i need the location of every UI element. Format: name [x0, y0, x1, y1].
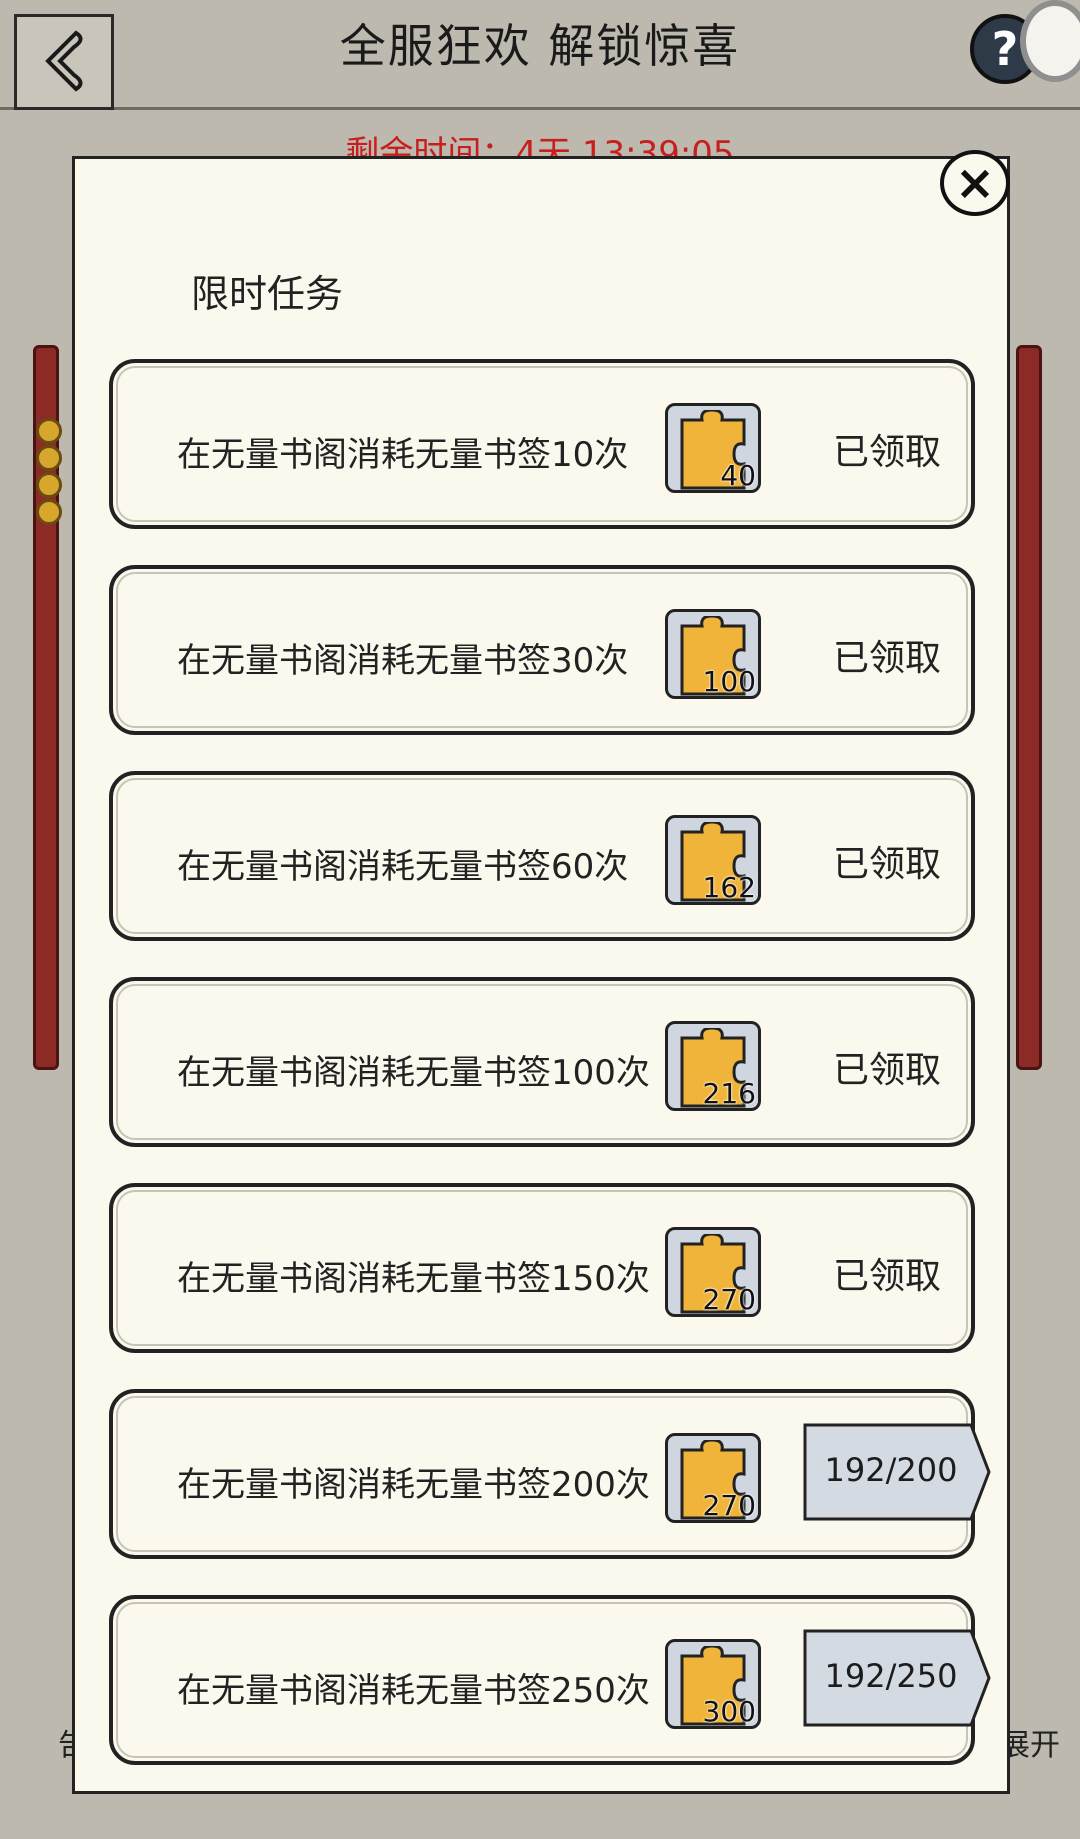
reward-count: 270	[702, 1283, 756, 1316]
task-label: 在无量书阁消耗无量书签150次	[177, 1259, 650, 1299]
task-label: 在无量书阁消耗无量书签200次	[177, 1465, 650, 1505]
task-label: 在无量书阁消耗无量书签250次	[177, 1671, 650, 1711]
help-icon: ?	[991, 22, 1019, 76]
task-row: 在无量书阁消耗无量书签10次 40 已领取	[109, 359, 975, 529]
coin-stack-icon	[36, 418, 64, 525]
mascot-avatar[interactable]	[1020, 0, 1080, 82]
modal-title: 限时任务	[191, 272, 344, 316]
reward-item[interactable]: 162	[665, 815, 761, 905]
reward-item[interactable]: 270	[665, 1433, 761, 1523]
task-label: 在无量书阁消耗无量书签100次	[177, 1053, 650, 1093]
close-button[interactable]: ×	[940, 150, 1010, 216]
claimed-status: 已领取	[833, 638, 942, 679]
task-row: 在无量书阁消耗无量书签150次 270 已领取	[109, 1183, 975, 1353]
reward-count: 40	[720, 459, 756, 492]
reward-item[interactable]: 100	[665, 609, 761, 699]
reward-item[interactable]: 300	[665, 1639, 761, 1729]
task-row: 在无量书阁消耗无量书签200次 270 192/200	[109, 1389, 991, 1559]
reward-count: 100	[702, 665, 756, 698]
task-label: 在无量书阁消耗无量书签60次	[177, 847, 629, 887]
reward-item[interactable]: 270	[665, 1227, 761, 1317]
task-label: 在无量书阁消耗无量书签30次	[177, 641, 629, 681]
task-row: 在无量书阁消耗无量书签30次 100 已领取	[109, 565, 975, 735]
claimed-status: 已领取	[833, 432, 942, 473]
task-label: 在无量书阁消耗无量书签10次	[177, 435, 629, 475]
close-icon: ×	[954, 155, 996, 211]
task-row: 在无量书阁消耗无量书签250次 300 192/250	[109, 1595, 991, 1765]
reward-count: 300	[702, 1695, 756, 1728]
task-row: 在无量书阁消耗无量书签60次 162 已领取	[109, 771, 975, 941]
reward-count: 270	[702, 1489, 756, 1522]
reward-count: 216	[702, 1077, 756, 1110]
claimed-status: 已领取	[833, 844, 942, 885]
task-progress-button[interactable]: 192/250	[803, 1629, 993, 1727]
claimed-status: 已领取	[833, 1050, 942, 1091]
progress-count: 192/250	[824, 1657, 958, 1695]
reward-item[interactable]: 40	[665, 403, 761, 493]
task-row: 在无量书阁消耗无量书签100次 216 已领取	[109, 977, 975, 1147]
right-scroll-rod	[1016, 345, 1042, 1070]
limited-tasks-modal: 限时任务 在无量书阁消耗无量书签10次 40 已领取 在无量书阁消耗无量书签30…	[72, 156, 1010, 1794]
claimed-status: 已领取	[833, 1256, 942, 1297]
progress-count: 192/200	[824, 1451, 958, 1489]
reward-item[interactable]: 216	[665, 1021, 761, 1111]
task-progress-button[interactable]: 192/200	[803, 1423, 993, 1521]
page-title: 全服狂欢 解锁惊喜	[339, 19, 741, 73]
reward-count: 162	[702, 871, 756, 904]
